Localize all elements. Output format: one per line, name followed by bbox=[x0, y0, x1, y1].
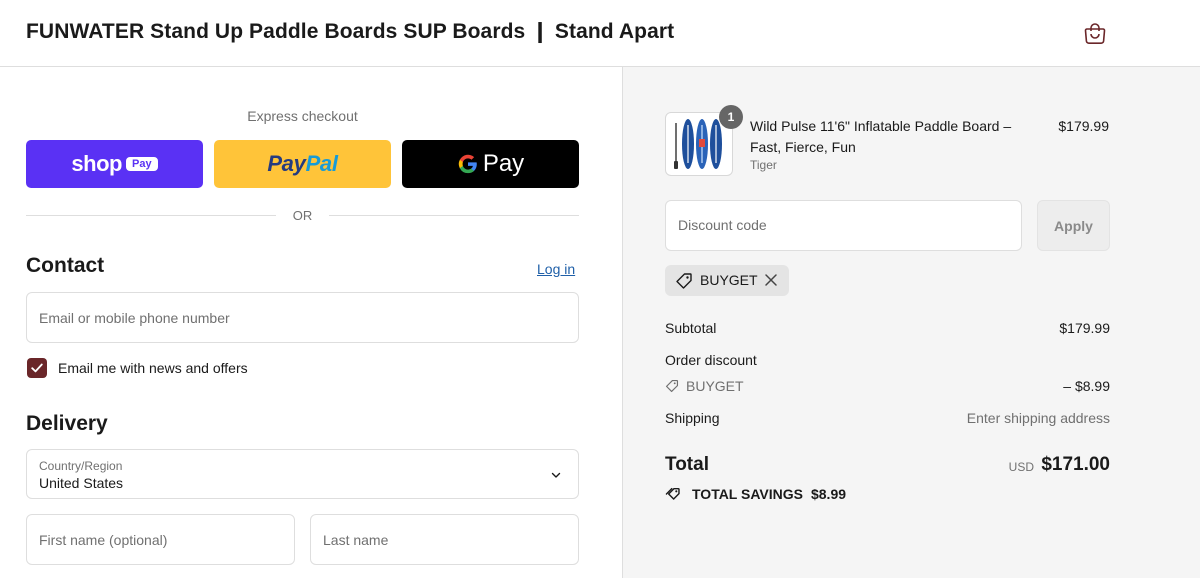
delivery-heading: Delivery bbox=[26, 412, 108, 435]
google-pay-wordmark: Pay bbox=[482, 150, 525, 177]
quantity-badge: 1 bbox=[719, 105, 743, 129]
google-pay-button[interactable]: Pay bbox=[402, 140, 579, 188]
first-name-field[interactable]: First name (optional) bbox=[26, 514, 295, 565]
shipping-value: Enter shipping address bbox=[966, 410, 1110, 426]
first-name-placeholder: First name (optional) bbox=[39, 531, 168, 548]
tag-icon bbox=[676, 273, 692, 289]
paypal-wordmark: PayPal bbox=[267, 151, 338, 176]
paypal-button[interactable]: PayPal bbox=[214, 140, 391, 188]
newsletter-label: Email me with news and offers bbox=[58, 360, 248, 376]
discount-code-input[interactable]: Discount code bbox=[665, 200, 1022, 251]
total-currency: USD bbox=[1008, 460, 1034, 474]
shop-pay-wordmark: shop bbox=[71, 151, 122, 176]
order-discount-value: – $8.99 bbox=[1063, 378, 1110, 394]
country-select[interactable]: Country/Region United States bbox=[26, 449, 579, 499]
total-savings: TOTAL SAVINGS $8.99 bbox=[665, 486, 846, 502]
express-checkout-label: Express checkout bbox=[247, 108, 358, 124]
total-value: $171.00 bbox=[1041, 454, 1110, 475]
email-field[interactable]: Email or mobile phone number bbox=[26, 292, 579, 343]
apply-discount-button[interactable]: Apply bbox=[1037, 200, 1110, 251]
checkmark-icon bbox=[31, 363, 43, 373]
shipping-label: Shipping bbox=[665, 410, 720, 426]
shopping-bag-icon[interactable] bbox=[1084, 21, 1106, 45]
savings-tag-icon bbox=[665, 487, 680, 500]
subtotal-value: $179.99 bbox=[1059, 320, 1110, 336]
country-value: United States bbox=[39, 475, 124, 491]
last-name-placeholder: Last name bbox=[323, 531, 389, 548]
shop-pay-button[interactable]: shop Pay bbox=[26, 140, 203, 188]
savings-value: $8.99 bbox=[810, 486, 847, 502]
discount-placeholder: Discount code bbox=[678, 217, 767, 233]
order-discount-code: BUYGET bbox=[686, 378, 744, 394]
email-placeholder: Email or mobile phone number bbox=[39, 309, 230, 326]
shop-pay-pill: Pay bbox=[125, 157, 158, 171]
login-link[interactable]: Log in bbox=[537, 261, 575, 277]
chevron-down-icon bbox=[551, 472, 561, 478]
newsletter-checkbox[interactable] bbox=[27, 358, 47, 378]
subtotal-label: Subtotal bbox=[665, 320, 717, 336]
google-g-icon bbox=[458, 154, 477, 174]
contact-heading: Contact bbox=[26, 254, 105, 277]
product-title: Wild Pulse 11'6" Inflatable Paddle Board… bbox=[750, 118, 1012, 155]
checkout-header: FUNWATER Stand Up Paddle Boards SUP Boar… bbox=[0, 0, 1200, 67]
or-separator: OR bbox=[292, 208, 313, 223]
remove-discount-icon[interactable] bbox=[763, 272, 779, 288]
product-variant: Tiger bbox=[750, 158, 777, 172]
store-name[interactable]: FUNWATER Stand Up Paddle Boards SUP Boar… bbox=[26, 19, 674, 44]
applied-discount-code: BUYGET bbox=[700, 272, 758, 288]
tag-icon bbox=[665, 379, 679, 393]
country-label: Country/Region bbox=[39, 459, 123, 473]
order-discount-label: Order discount bbox=[665, 352, 757, 368]
checkout-form-column: Express checkout shop Pay PayPal Pay OR … bbox=[0, 67, 622, 578]
last-name-field[interactable]: Last name bbox=[310, 514, 579, 565]
product-price: $179.99 bbox=[1058, 118, 1109, 134]
total-label: Total bbox=[665, 454, 709, 475]
savings-label: TOTAL SAVINGS bbox=[692, 486, 803, 502]
applied-discount-chip: BUYGET bbox=[665, 265, 789, 296]
order-summary-column: 1 Wild Pulse 11'6" Inflatable Paddle Boa… bbox=[622, 67, 1200, 578]
